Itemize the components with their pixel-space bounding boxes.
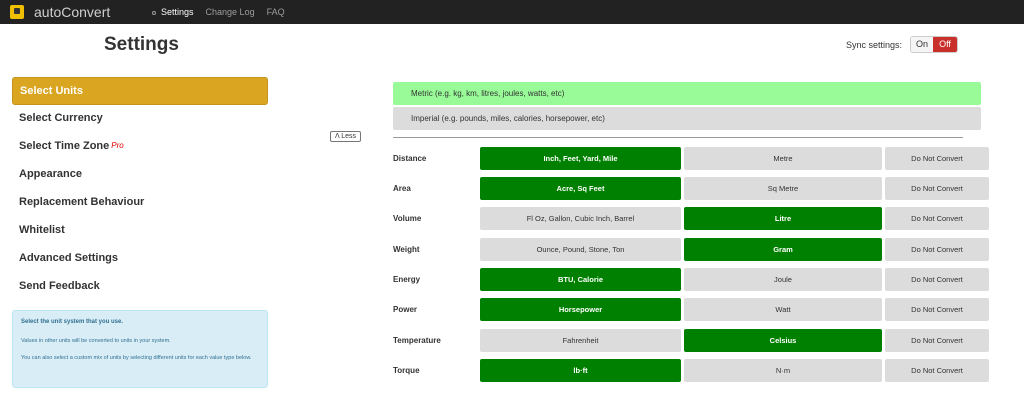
sidebar-item-send-feedback[interactable]: Send Feedback: [12, 273, 268, 301]
unit-option-imperial[interactable]: lb·ft: [480, 359, 681, 382]
unit-option-do-not-convert[interactable]: Do Not Convert: [885, 329, 989, 352]
unit-label: Energy: [393, 275, 421, 284]
sidebar-item-replacement-behaviour[interactable]: Replacement Behaviour: [12, 189, 268, 217]
unit-option-metric[interactable]: Metre: [684, 147, 882, 170]
sync-toggle: On Off: [910, 36, 958, 53]
unit-option-do-not-convert[interactable]: Do Not Convert: [885, 268, 989, 291]
unit-option-metric[interactable]: Joule: [684, 268, 882, 291]
unit-option-metric[interactable]: Watt: [684, 298, 882, 321]
unit-option-imperial[interactable]: Acre, Sq Feet: [480, 177, 681, 200]
unit-row-energy: Energy BTU, Calorie Joule Do Not Convert: [393, 268, 989, 291]
unit-option-do-not-convert[interactable]: Do Not Convert: [885, 359, 989, 382]
unit-option-metric[interactable]: N·m: [684, 359, 882, 382]
nav-settings[interactable]: Settings: [146, 0, 200, 24]
unit-option-metric[interactable]: Gram: [684, 238, 882, 261]
unit-option-do-not-convert[interactable]: Do Not Convert: [885, 298, 989, 321]
top-navbar: autoConvert Settings Change Log FAQ: [0, 0, 1024, 24]
sidebar: Select Units Select Currency Select Time…: [12, 77, 268, 301]
unit-option-metric[interactable]: Sq Metre: [684, 177, 882, 200]
nav-change-log[interactable]: Change Log: [200, 0, 261, 24]
unit-label: Power: [393, 305, 418, 314]
unit-option-do-not-convert[interactable]: Do Not Convert: [885, 238, 989, 261]
nav-faq[interactable]: FAQ: [261, 0, 291, 24]
sync-settings-label: Sync settings:: [846, 40, 903, 50]
info-box: Select the unit system that you use. Val…: [12, 310, 268, 388]
unit-label: Volume: [393, 214, 422, 223]
brand-name[interactable]: autoConvert: [34, 4, 110, 20]
unit-label: Weight: [393, 245, 420, 254]
divider: [393, 137, 963, 138]
unit-option-imperial[interactable]: Horsepower: [480, 298, 681, 321]
unit-option-imperial[interactable]: Fahrenheit: [480, 329, 681, 352]
unit-row-torque: Torque lb·ft N·m Do Not Convert: [393, 359, 989, 382]
unit-label: Distance: [393, 154, 427, 163]
metric-system-option[interactable]: Metric (e.g. kg, km, litres, joules, wat…: [393, 82, 981, 105]
unit-option-do-not-convert[interactable]: Do Not Convert: [885, 147, 989, 170]
pro-badge: Pro: [111, 141, 124, 150]
sidebar-item-advanced-settings[interactable]: Advanced Settings: [12, 245, 268, 273]
page-title: Settings: [104, 34, 179, 55]
unit-row-volume: Volume Fl Oz, Gallon, Cubic Inch, Barrel…: [393, 207, 989, 230]
unit-row-power: Power Horsepower Watt Do Not Convert: [393, 298, 989, 321]
unit-option-do-not-convert[interactable]: Do Not Convert: [885, 177, 989, 200]
sidebar-item-appearance[interactable]: Appearance: [12, 161, 268, 189]
unit-label: Area: [393, 184, 411, 193]
unit-option-do-not-convert[interactable]: Do Not Convert: [885, 207, 989, 230]
unit-label: Temperature: [393, 336, 441, 345]
unit-label: Torque: [393, 366, 420, 375]
sidebar-item-select-units[interactable]: Select Units: [12, 77, 268, 105]
info-paragraph: Values in other units will be converted …: [21, 338, 171, 344]
unit-option-metric[interactable]: Celsius: [684, 329, 882, 352]
sidebar-item-whitelist[interactable]: Whitelist: [12, 217, 268, 245]
unit-option-imperial[interactable]: BTU, Calorie: [480, 268, 681, 291]
autoconvert-logo-icon[interactable]: [10, 5, 24, 19]
imperial-system-option[interactable]: Imperial (e.g. pounds, miles, calories, …: [393, 107, 981, 130]
unit-row-area: Area Acre, Sq Feet Sq Metre Do Not Conve…: [393, 177, 989, 200]
less-button[interactable]: Λ Less: [330, 131, 362, 142]
unit-row-weight: Weight Ounce, Pound, Stone, Ton Gram Do …: [393, 238, 989, 261]
sync-on-button[interactable]: On: [911, 37, 933, 52]
info-title: Select the unit system that you use.: [21, 319, 124, 325]
sync-off-button[interactable]: Off: [933, 37, 957, 52]
info-paragraph: You can also select a custom mix of unit…: [21, 355, 252, 361]
unit-option-imperial[interactable]: Inch, Feet, Yard, Mile: [480, 147, 681, 170]
sidebar-item-select-time-zone[interactable]: Select Time Zone Pro: [12, 133, 268, 161]
settings-icon: [152, 10, 156, 15]
unit-row-distance: Distance Inch, Feet, Yard, Mile Metre Do…: [393, 147, 989, 170]
unit-option-metric[interactable]: Litre: [684, 207, 882, 230]
unit-option-imperial[interactable]: Fl Oz, Gallon, Cubic Inch, Barrel: [480, 207, 681, 230]
unit-row-temperature: Temperature Fahrenheit Celsius Do Not Co…: [393, 329, 989, 352]
sidebar-item-select-currency[interactable]: Select Currency: [12, 105, 268, 133]
nav-menu: Settings Change Log FAQ: [146, 0, 291, 24]
unit-option-imperial[interactable]: Ounce, Pound, Stone, Ton: [480, 238, 681, 261]
